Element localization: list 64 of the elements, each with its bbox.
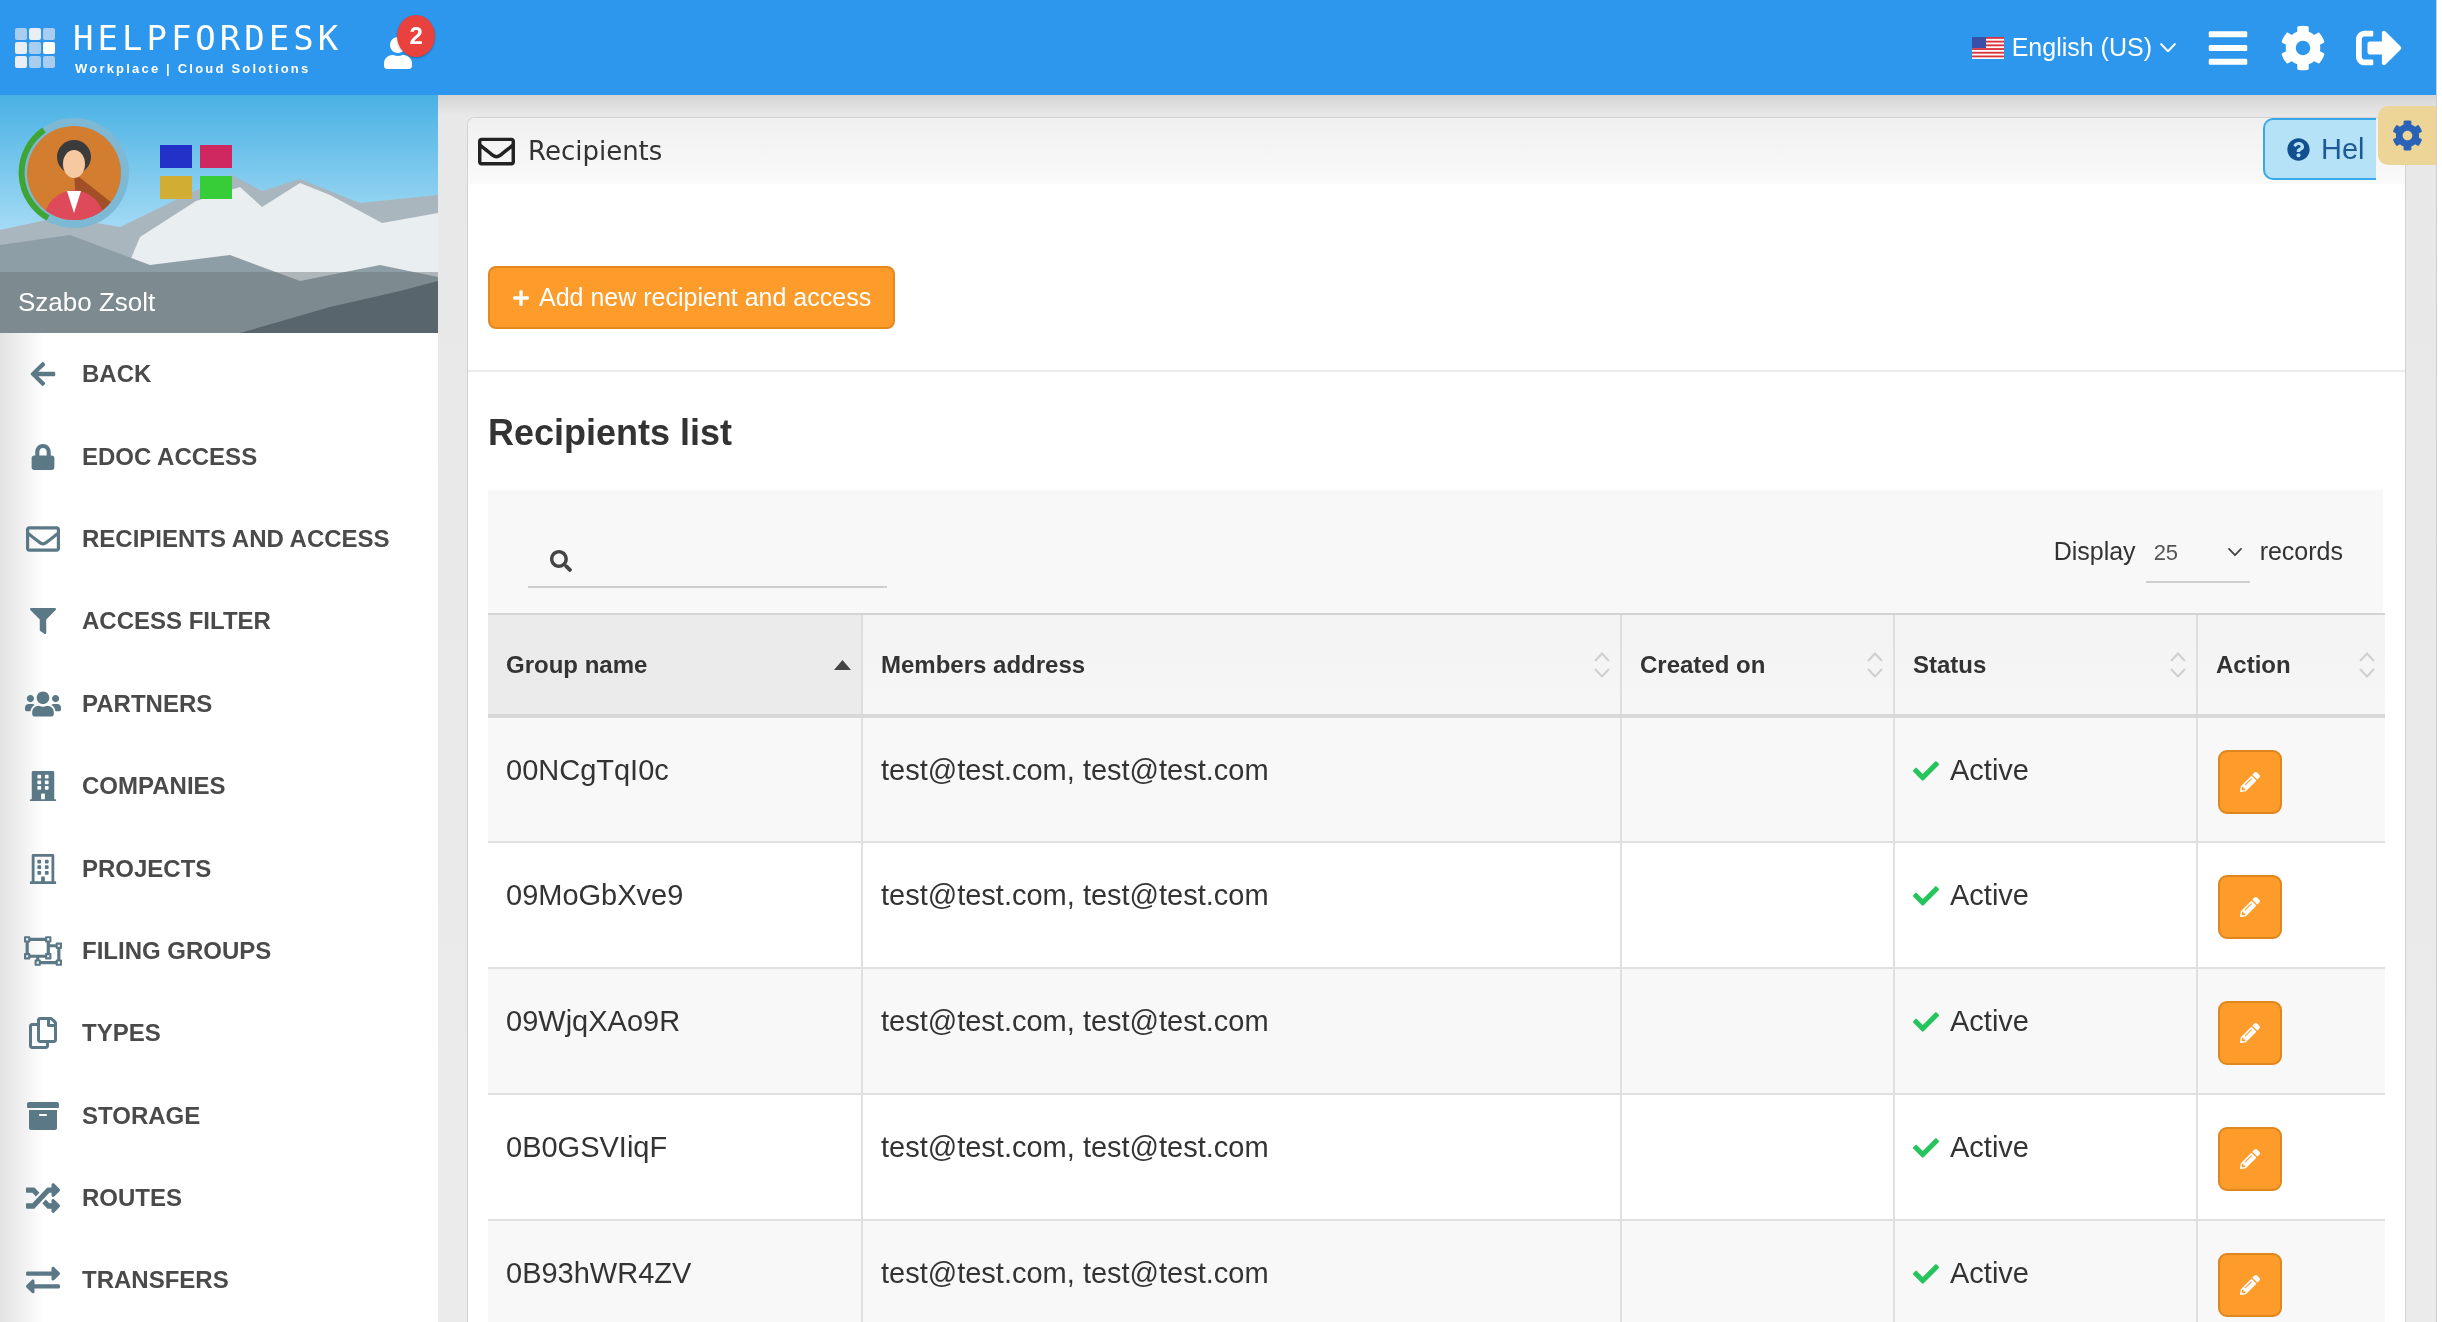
list-title: Recipients list xyxy=(488,412,734,454)
panel-title: Recipients xyxy=(528,136,663,166)
edit-button[interactable] xyxy=(2218,875,2282,939)
pencil-icon xyxy=(2240,897,2260,917)
sidebar-item[interactable]: TRANSFERS xyxy=(0,1239,438,1322)
logo-grid-icon xyxy=(15,27,55,68)
display-label: Display xyxy=(2053,537,2136,566)
logo-title: HELPFORDESK xyxy=(73,20,343,55)
archive-box-icon xyxy=(27,1099,59,1132)
table-cell: 0B93hWR4ZV xyxy=(488,1220,862,1322)
copy-pages-icon xyxy=(27,1017,59,1050)
records-label: records xyxy=(2259,537,2343,566)
us-flag-icon xyxy=(1971,36,2004,59)
sidebar-item[interactable]: PARTNERS xyxy=(0,662,438,745)
column-header[interactable]: Group name xyxy=(488,614,862,716)
settings-icon[interactable] xyxy=(2280,24,2326,71)
building-icon xyxy=(28,853,58,884)
sidebar-item[interactable]: ROUTES xyxy=(0,1156,438,1240)
pencil-icon xyxy=(2240,772,2260,792)
edit-button[interactable] xyxy=(2218,1253,2282,1317)
user-name: Szabo Zsolt xyxy=(18,287,156,318)
settings-icon xyxy=(2391,120,2423,151)
edit-button[interactable] xyxy=(2218,750,2282,814)
status-text: Active xyxy=(1950,1131,2029,1164)
sidebar-item[interactable]: PROJECTS xyxy=(0,827,438,910)
chevron-down-icon xyxy=(2160,42,2176,53)
page-size-select[interactable]: 25 xyxy=(2145,530,2250,583)
shuffle-arrows-icon xyxy=(26,1181,60,1216)
notification-badge: 2 xyxy=(397,14,436,57)
pencil-icon xyxy=(2240,1275,2260,1295)
filter-icon xyxy=(30,608,56,635)
sidebar-item[interactable]: ACCESS FILTER xyxy=(0,580,438,663)
table-cell: test@test.com, test@test.com xyxy=(862,1220,1621,1322)
avatar-icon xyxy=(18,117,130,229)
plus-icon xyxy=(512,288,530,307)
column-header[interactable]: Members address xyxy=(862,614,1621,716)
question-icon xyxy=(2287,137,2310,161)
pencil-icon xyxy=(2240,1149,2260,1169)
status-text: Active xyxy=(1950,1257,2029,1290)
status-text: Active xyxy=(1950,879,2029,912)
arrow-left-icon xyxy=(29,360,57,389)
sidebar-item[interactable]: BACK xyxy=(0,333,438,416)
help-button[interactable]: Hel xyxy=(2263,118,2376,180)
color-tiles-icon xyxy=(160,145,232,199)
settings-tab[interactable] xyxy=(2378,106,2436,165)
building-icon xyxy=(28,771,58,802)
search-icon xyxy=(550,549,572,572)
status-text: Active xyxy=(1950,1005,2029,1038)
sidebar-item[interactable]: FILING GROUPS xyxy=(0,909,438,993)
pencil-icon xyxy=(2240,1023,2260,1043)
column-header[interactable]: Created on xyxy=(1621,614,1894,716)
sidebar-item[interactable]: COMPANIES xyxy=(0,744,438,828)
edit-button[interactable] xyxy=(2218,1001,2282,1065)
sidebar-item[interactable]: EDOC ACCESS xyxy=(0,415,438,498)
lock-icon xyxy=(30,443,56,470)
status-text: Active xyxy=(1950,754,2029,787)
edit-button[interactable] xyxy=(2218,1127,2282,1191)
column-header[interactable]: Status xyxy=(1894,614,2197,716)
column-header[interactable]: Action xyxy=(2197,614,2385,716)
sidebar-item[interactable]: RECIPIENTS AND ACCESS xyxy=(0,497,438,581)
logo-subtitle: Workplace | Cloud Solotions xyxy=(74,61,312,75)
sidebar-item[interactable]: STORAGE xyxy=(0,1074,438,1157)
sidebar-item[interactable]: TYPES xyxy=(0,992,438,1075)
chevron-down-icon xyxy=(2227,548,2242,557)
